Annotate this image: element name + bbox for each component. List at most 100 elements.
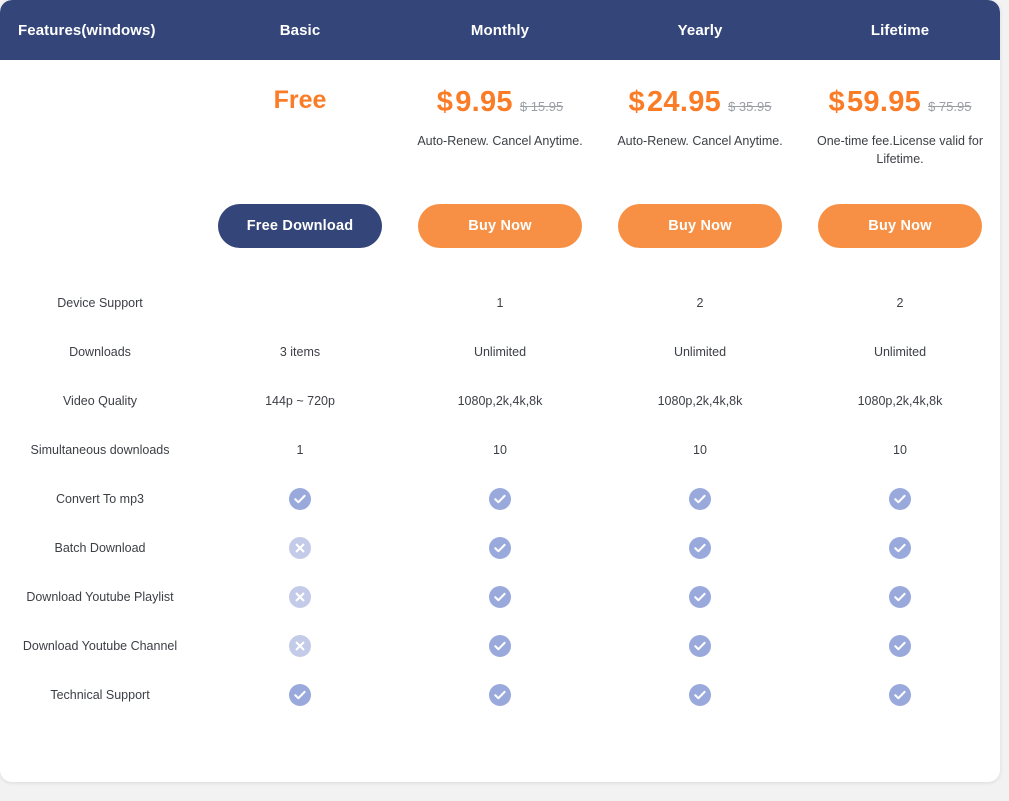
feature-value-cell: 1 bbox=[296, 442, 304, 457]
price-line-yearly: $24.95 $ 35.95 bbox=[608, 86, 792, 124]
price-amount-monthly: 9.95 bbox=[455, 86, 513, 118]
check-circle-icon bbox=[889, 683, 911, 706]
feature-value-cell: 1080p,2k,4k,8k bbox=[857, 393, 943, 408]
feature-value-cell: 10 bbox=[893, 442, 907, 457]
buy-now-button-monthly[interactable]: Buy Now bbox=[418, 204, 582, 249]
feature-value-cell bbox=[400, 487, 600, 510]
buy-now-button-yearly[interactable]: Buy Now bbox=[618, 204, 782, 249]
feature-value-cell: 1080p,2k,4k,8k bbox=[457, 393, 543, 408]
header-feature-column: Features(windows) bbox=[18, 21, 156, 39]
check-circle-icon bbox=[489, 536, 511, 559]
header-plan-basic: Basic bbox=[279, 21, 321, 39]
currency-symbol-lifetime: $ bbox=[828, 86, 845, 118]
cta-cell-monthly: Buy Now bbox=[400, 204, 600, 249]
check-circle-icon bbox=[689, 683, 711, 706]
feature-value-cell bbox=[600, 585, 800, 608]
price-line-monthly: $9.95 $ 15.95 bbox=[408, 86, 592, 124]
feature-row: Download Youtube Playlist bbox=[0, 572, 1000, 621]
feature-value-cell: 3 items bbox=[279, 344, 321, 359]
feature-row: Download Youtube Channel bbox=[0, 621, 1000, 670]
feature-value-cell bbox=[800, 634, 1000, 657]
price-cell-lifetime: $59.95 $ 75.95 One-time fee.License vali… bbox=[800, 86, 1000, 168]
cross-circle-icon bbox=[289, 634, 311, 657]
feature-label: Downloads bbox=[69, 344, 131, 359]
feature-value-cell: 1080p,2k,4k,8k bbox=[657, 393, 743, 408]
check-circle-icon bbox=[889, 487, 911, 510]
price-note-monthly: Auto-Renew. Cancel Anytime. bbox=[417, 134, 583, 148]
price-line-lifetime: $59.95 $ 75.95 bbox=[808, 86, 992, 124]
free-download-button[interactable]: Free Download bbox=[218, 204, 382, 249]
check-circle-icon bbox=[489, 585, 511, 608]
price-amount-yearly: 24.95 bbox=[646, 86, 722, 118]
price-note-yearly: Auto-Renew. Cancel Anytime. bbox=[617, 134, 783, 148]
feature-label: Convert To mp3 bbox=[55, 491, 144, 506]
header-plan-monthly: Monthly bbox=[470, 21, 530, 39]
currency-symbol-yearly: $ bbox=[628, 86, 645, 118]
check-circle-icon bbox=[689, 536, 711, 559]
feature-value-cell bbox=[200, 585, 400, 608]
feature-row: Convert To mp3 bbox=[0, 474, 1000, 523]
check-circle-icon bbox=[689, 585, 711, 608]
price-main-yearly: $24.95 bbox=[629, 86, 722, 119]
price-main-monthly: $9.95 bbox=[437, 86, 513, 119]
feature-value-cell bbox=[200, 683, 400, 706]
check-circle-icon bbox=[489, 683, 511, 706]
feature-value-cell bbox=[400, 683, 600, 706]
feature-row: Batch Download bbox=[0, 523, 1000, 572]
feature-value-cell bbox=[400, 585, 600, 608]
header-plan-yearly: Yearly bbox=[677, 21, 723, 39]
check-circle-icon bbox=[689, 487, 711, 510]
check-circle-icon bbox=[289, 487, 311, 510]
price-line-basic: Free bbox=[208, 86, 392, 124]
feature-value-cell bbox=[600, 536, 800, 559]
feature-value-cell: 2 bbox=[696, 295, 704, 310]
feature-value-cell: 1 bbox=[496, 295, 504, 310]
price-main-lifetime: $59.95 bbox=[829, 86, 922, 119]
feature-value-cell bbox=[200, 487, 400, 510]
feature-value-cell bbox=[200, 536, 400, 559]
feature-comparison-table: Device Support 1 2 2 Downloads 3 items Unlimit… bbox=[0, 278, 1000, 719]
feature-value-cell: Unlimited bbox=[673, 344, 727, 359]
feature-value-cell: Unlimited bbox=[473, 344, 527, 359]
feature-value-cell bbox=[800, 536, 1000, 559]
pricing-summary-row: Free $9.95 $ 15.95 Auto-Renew. Cancel An… bbox=[0, 60, 1000, 168]
feature-value-cell bbox=[400, 536, 600, 559]
pricing-table-header: Features(windows) Basic Monthly Yearly L… bbox=[0, 0, 1000, 60]
price-note-lifetime: One-time fee.License valid for Lifetime. bbox=[816, 134, 984, 167]
feature-value-cell bbox=[600, 683, 800, 706]
feature-value-cell bbox=[800, 683, 1000, 706]
price-amount-lifetime: 59.95 bbox=[846, 86, 922, 118]
feature-label: Video Quality bbox=[62, 393, 138, 408]
pricing-page: Features(windows) Basic Monthly Yearly L… bbox=[0, 0, 1009, 801]
buy-now-button-lifetime[interactable]: Buy Now bbox=[818, 204, 982, 249]
feature-row: Downloads 3 items Unlimited Unlimited Unlimi… bbox=[0, 327, 1000, 376]
price-free-label-basic: Free bbox=[273, 86, 327, 114]
feature-label: Download Youtube Playlist bbox=[26, 589, 174, 604]
price-cell-monthly: $9.95 $ 15.95 Auto-Renew. Cancel Anytime… bbox=[400, 86, 600, 168]
feature-label: Device Support bbox=[57, 295, 143, 310]
feature-value-cell bbox=[800, 487, 1000, 510]
check-circle-icon bbox=[889, 536, 911, 559]
feature-value-cell: 144p ~ 720p bbox=[265, 393, 335, 408]
cta-spacer-cell bbox=[0, 204, 200, 248]
feature-row: Simultaneous downloads 1 10 10 10 bbox=[0, 425, 1000, 474]
price-old-monthly: $ 15.95 bbox=[519, 99, 564, 114]
feature-value-cell: 2 bbox=[896, 295, 904, 310]
feature-row: Technical Support bbox=[0, 670, 1000, 719]
currency-symbol-monthly: $ bbox=[436, 86, 454, 118]
feature-row: Device Support 1 2 2 bbox=[0, 278, 1000, 327]
cta-button-row: Free Download Buy Now Buy Now Buy Now bbox=[0, 204, 1000, 249]
feature-value-cell bbox=[200, 634, 400, 657]
feature-row: Video Quality 144p ~ 720p 1080p,2k,4k,8k 10… bbox=[0, 376, 1000, 425]
cross-circle-icon bbox=[289, 536, 311, 559]
feature-value-cell bbox=[800, 585, 1000, 608]
feature-value-cell: 10 bbox=[493, 442, 507, 457]
price-cell-basic: Free bbox=[200, 86, 400, 168]
feature-label: Batch Download bbox=[54, 540, 146, 555]
price-spacer-cell bbox=[0, 86, 200, 168]
check-circle-icon bbox=[489, 487, 511, 510]
feature-value-cell bbox=[600, 634, 800, 657]
check-circle-icon bbox=[889, 585, 911, 608]
feature-value-cell bbox=[400, 634, 600, 657]
check-circle-icon bbox=[889, 634, 911, 657]
